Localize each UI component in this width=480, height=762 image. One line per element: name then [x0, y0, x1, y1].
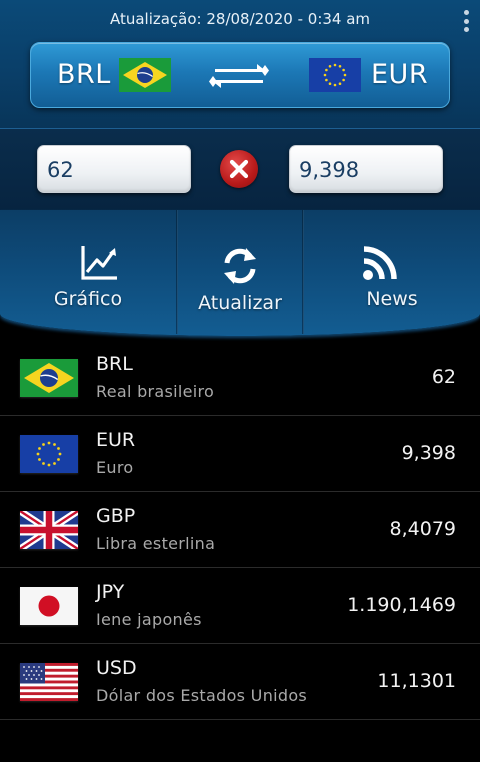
currency-name: Libra esterlina — [96, 534, 216, 553]
close-icon — [229, 159, 249, 179]
currency-code: BRL — [96, 353, 133, 375]
currency-list: BRL Real brasileiro 62 EUR Euro 9,398 GB… — [0, 340, 480, 720]
currency-name: Iene japonês — [96, 610, 202, 629]
currency-code: EUR — [96, 429, 136, 451]
clear-button[interactable] — [220, 150, 258, 188]
brazil-flag-icon[interactable] — [119, 58, 171, 92]
currency-code: GBP — [96, 505, 136, 527]
currency-code: USD — [96, 657, 137, 679]
currency-value: 1.190,1469 — [347, 594, 456, 616]
to-currency-code[interactable]: EUR — [371, 59, 428, 90]
refresh-icon — [224, 248, 256, 284]
currency-value: 62 — [431, 366, 456, 388]
currency-value: 11,1301 — [377, 670, 456, 692]
eu-flag-icon — [20, 435, 78, 473]
refresh-button[interactable]: Atualizar — [178, 210, 302, 334]
currency-row-eur[interactable]: EUR Euro 9,398 — [0, 416, 480, 492]
last-update-text: Atualização: 28/08/2020 - 0:34 am — [109, 10, 371, 28]
refresh-label: Atualizar — [198, 292, 282, 314]
currency-row-gbp[interactable]: GBP Libra esterlina 8,4079 — [0, 492, 480, 568]
from-currency-code[interactable]: BRL — [57, 59, 111, 90]
uk-flag-icon — [20, 511, 78, 549]
japan-flag-icon — [20, 587, 78, 625]
action-bar: Gráfico Atualizar News — [0, 210, 480, 336]
currency-name: Euro — [96, 458, 134, 477]
brazil-flag-icon — [20, 359, 78, 397]
chart-button[interactable]: Gráfico — [0, 210, 176, 334]
currency-name: Real brasileiro — [96, 382, 215, 401]
currency-value: 9,398 — [401, 442, 456, 464]
header: Atualização: 28/08/2020 - 0:34 am BRL EU… — [0, 0, 480, 128]
line-chart-icon — [81, 246, 117, 280]
news-label: News — [366, 288, 418, 310]
currency-value: 8,4079 — [389, 518, 456, 540]
chart-label: Gráfico — [53, 288, 123, 310]
currency-code: JPY — [96, 581, 125, 603]
from-amount-field[interactable]: 62 — [37, 145, 191, 193]
news-button[interactable]: News — [304, 210, 480, 334]
overflow-menu-icon[interactable] — [462, 10, 470, 32]
eu-flag-icon[interactable] — [309, 58, 361, 92]
to-amount-field[interactable]: 9,398 — [289, 145, 443, 193]
usa-flag-icon — [20, 663, 78, 701]
swap-arrows-icon[interactable] — [209, 62, 269, 90]
currency-row-brl[interactable]: BRL Real brasileiro 62 — [0, 340, 480, 416]
currency-name: Dólar dos Estados Unidos — [96, 686, 308, 705]
currency-pair-bar: BRL EUR — [30, 42, 450, 108]
currency-row-jpy[interactable]: JPY Iene japonês 1.190,1469 — [0, 568, 480, 644]
rss-feed-icon — [363, 246, 397, 280]
currency-row-usd[interactable]: USD Dólar dos Estados Unidos 11,1301 — [0, 644, 480, 720]
